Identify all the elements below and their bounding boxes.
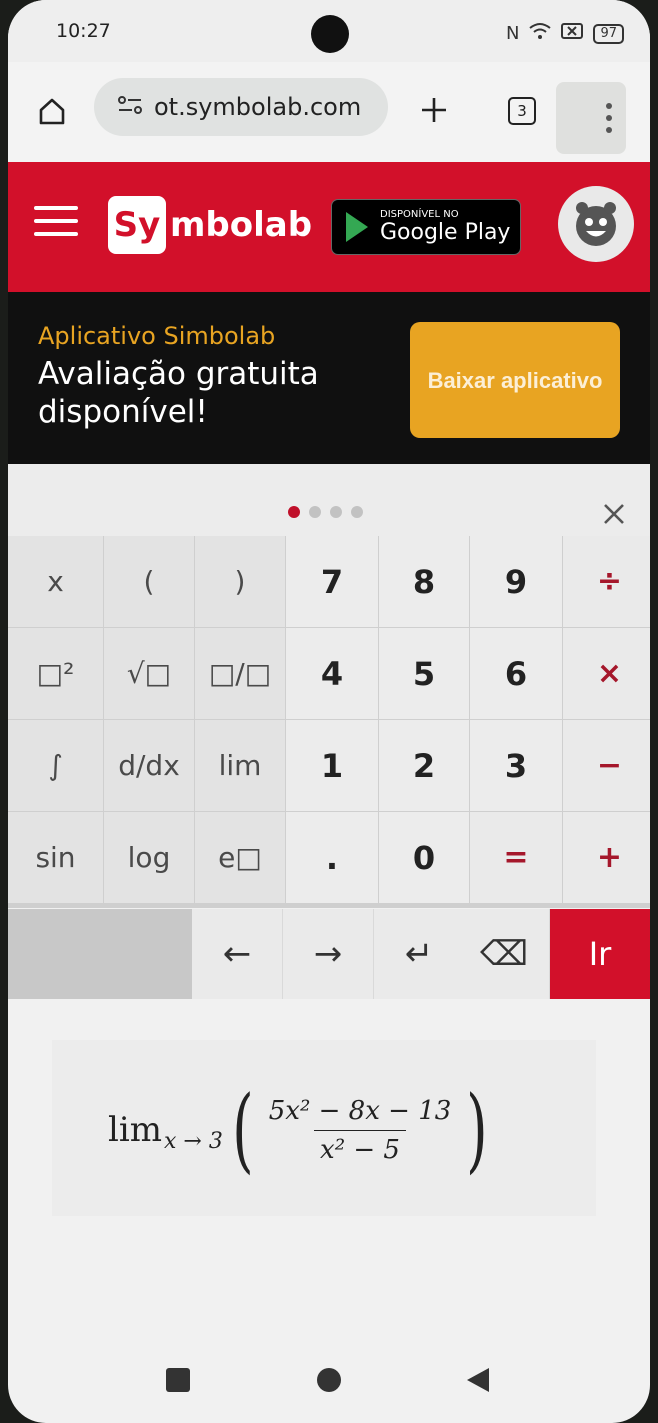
key-derivative[interactable]: d/dx — [104, 720, 194, 811]
key-minus[interactable]: − — [563, 720, 650, 811]
key-close-paren[interactable]: ) — [195, 536, 285, 627]
key-equals[interactable]: = — [470, 812, 562, 903]
key-square[interactable]: □² — [8, 628, 103, 719]
page-dot[interactable] — [288, 506, 300, 518]
key-9[interactable]: 9 — [470, 536, 562, 627]
back-icon — [467, 1368, 489, 1392]
keypad-pager — [8, 464, 650, 536]
page-dot[interactable] — [351, 506, 363, 518]
key-0[interactable]: 0 — [379, 812, 469, 903]
app-promo-banner: Aplicativo Simbolab Avaliação gratuita d… — [8, 292, 650, 464]
key-4[interactable]: 4 — [286, 628, 378, 719]
key-3[interactable]: 3 — [470, 720, 562, 811]
page-indicator[interactable] — [288, 506, 363, 518]
close-icon — [604, 504, 624, 524]
go-button[interactable]: Ir — [550, 909, 650, 999]
key-7[interactable]: 7 — [286, 536, 378, 627]
nfc-icon: N — [505, 23, 520, 44]
enter-key[interactable]: ↵ — [374, 909, 464, 999]
cursor-controls: ← → ↵ ⌫ Ir — [8, 909, 650, 999]
key-exp[interactable]: e□ — [195, 812, 285, 903]
key-2[interactable]: 2 — [379, 720, 469, 811]
key-x[interactable]: x — [8, 536, 103, 627]
battery-icon: 97 — [593, 23, 624, 44]
google-play-icon — [346, 212, 368, 242]
download-app-button[interactable]: Baixar aplicativo — [410, 322, 620, 438]
new-tab-button[interactable] — [412, 82, 456, 138]
right-arrow-key[interactable]: → — [283, 909, 373, 999]
key-fraction[interactable]: □/□ — [195, 628, 285, 719]
logo-text: mbolab — [170, 205, 313, 245]
key-open-paren[interactable]: ( — [104, 536, 194, 627]
key-plus[interactable]: + — [563, 812, 650, 903]
front-camera — [311, 15, 349, 53]
store-big-label: Google Play — [380, 219, 511, 245]
system-home-button[interactable] — [303, 1354, 355, 1406]
promo-subtitle: Avaliação gratuita disponível! — [38, 356, 319, 430]
status-icons: N 97 — [506, 22, 624, 45]
page-dot[interactable] — [309, 506, 321, 518]
tabs-button[interactable]: 3 — [502, 86, 542, 136]
key-multiply[interactable]: × — [563, 628, 650, 719]
lim-operator: lim — [108, 1110, 162, 1150]
system-navigation-bar — [8, 1330, 650, 1423]
home-icon — [39, 98, 65, 125]
key-log[interactable]: log — [104, 812, 194, 903]
url-text: ot.symbolab.com — [154, 93, 362, 121]
lim-subscript: x → 3 — [164, 1128, 223, 1154]
key-6[interactable]: 6 — [470, 628, 562, 719]
limit-expression: lim x → 3 ( 5x² − 8x − 13 x² − 5 ) — [108, 1084, 497, 1176]
home-button[interactable] — [30, 84, 74, 138]
key-divide[interactable]: ÷ — [563, 536, 650, 627]
key-lim[interactable]: lim — [195, 720, 285, 811]
wifi-icon — [529, 22, 552, 45]
close-keypad-button[interactable] — [592, 492, 636, 536]
recents-button[interactable] — [152, 1354, 204, 1406]
address-bar[interactable]: ot.symbolab.com — [94, 78, 388, 136]
key-5[interactable]: 5 — [379, 628, 469, 719]
denominator: x² − 5 — [314, 1129, 406, 1165]
key-sqrt[interactable]: √□ — [104, 628, 194, 719]
plus-icon — [422, 98, 446, 122]
fraction: 5x² − 8x − 13 x² − 5 — [263, 1096, 458, 1165]
battery-saver-icon — [561, 23, 584, 44]
logo-mark: Sy — [108, 196, 166, 254]
avatar-icon — [576, 202, 616, 246]
more-vert-icon — [606, 103, 612, 133]
symbolab-logo[interactable]: Sy mbolab — [108, 194, 312, 256]
status-bar: 10:27 N 97 — [8, 0, 650, 62]
hamburger-icon[interactable] — [34, 206, 78, 245]
key-8[interactable]: 8 — [379, 536, 469, 627]
google-play-badge[interactable]: DISPONÍVEL NO Google Play — [331, 199, 521, 255]
numerator: 5x² − 8x − 13 — [268, 1095, 452, 1126]
browser-toolbar: ot.symbolab.com 3 — [8, 62, 650, 162]
left-arrow-key[interactable]: ← — [192, 909, 282, 999]
site-header: Sy mbolab DISPONÍVEL NO Google Play — [8, 162, 650, 292]
browser-menu-button[interactable] — [556, 82, 626, 154]
right-paren: ) — [466, 1076, 489, 1183]
phone-screen: 10:27 N 97 ot.symbolab.com 3 Sy mbolab D… — [8, 0, 650, 1423]
promo-title: Aplicativo Simbolab — [38, 322, 276, 350]
backspace-key[interactable]: ⌫ — [459, 909, 549, 999]
avatar[interactable] — [558, 186, 634, 262]
math-keypad: x ( ) 7 8 9 ÷ □² √□ □/□ 4 5 6 × ∫ d/dx l… — [8, 536, 650, 908]
clock: 10:27 — [56, 20, 111, 42]
page-settings-icon[interactable] — [112, 95, 148, 120]
math-input-field[interactable]: lim x → 3 ( 5x² − 8x − 13 x² − 5 ) — [52, 1040, 596, 1216]
circle-home-icon — [317, 1368, 341, 1392]
key-1[interactable]: 1 — [286, 720, 378, 811]
page-dot[interactable] — [330, 506, 342, 518]
key-integral[interactable]: ∫ — [8, 720, 103, 811]
recents-icon — [166, 1368, 190, 1392]
tabs-icon: 3 — [508, 97, 536, 125]
key-decimal[interactable]: . — [286, 812, 378, 903]
back-button[interactable] — [452, 1354, 504, 1406]
left-paren: ( — [232, 1076, 254, 1183]
key-sin[interactable]: sin — [8, 812, 103, 903]
